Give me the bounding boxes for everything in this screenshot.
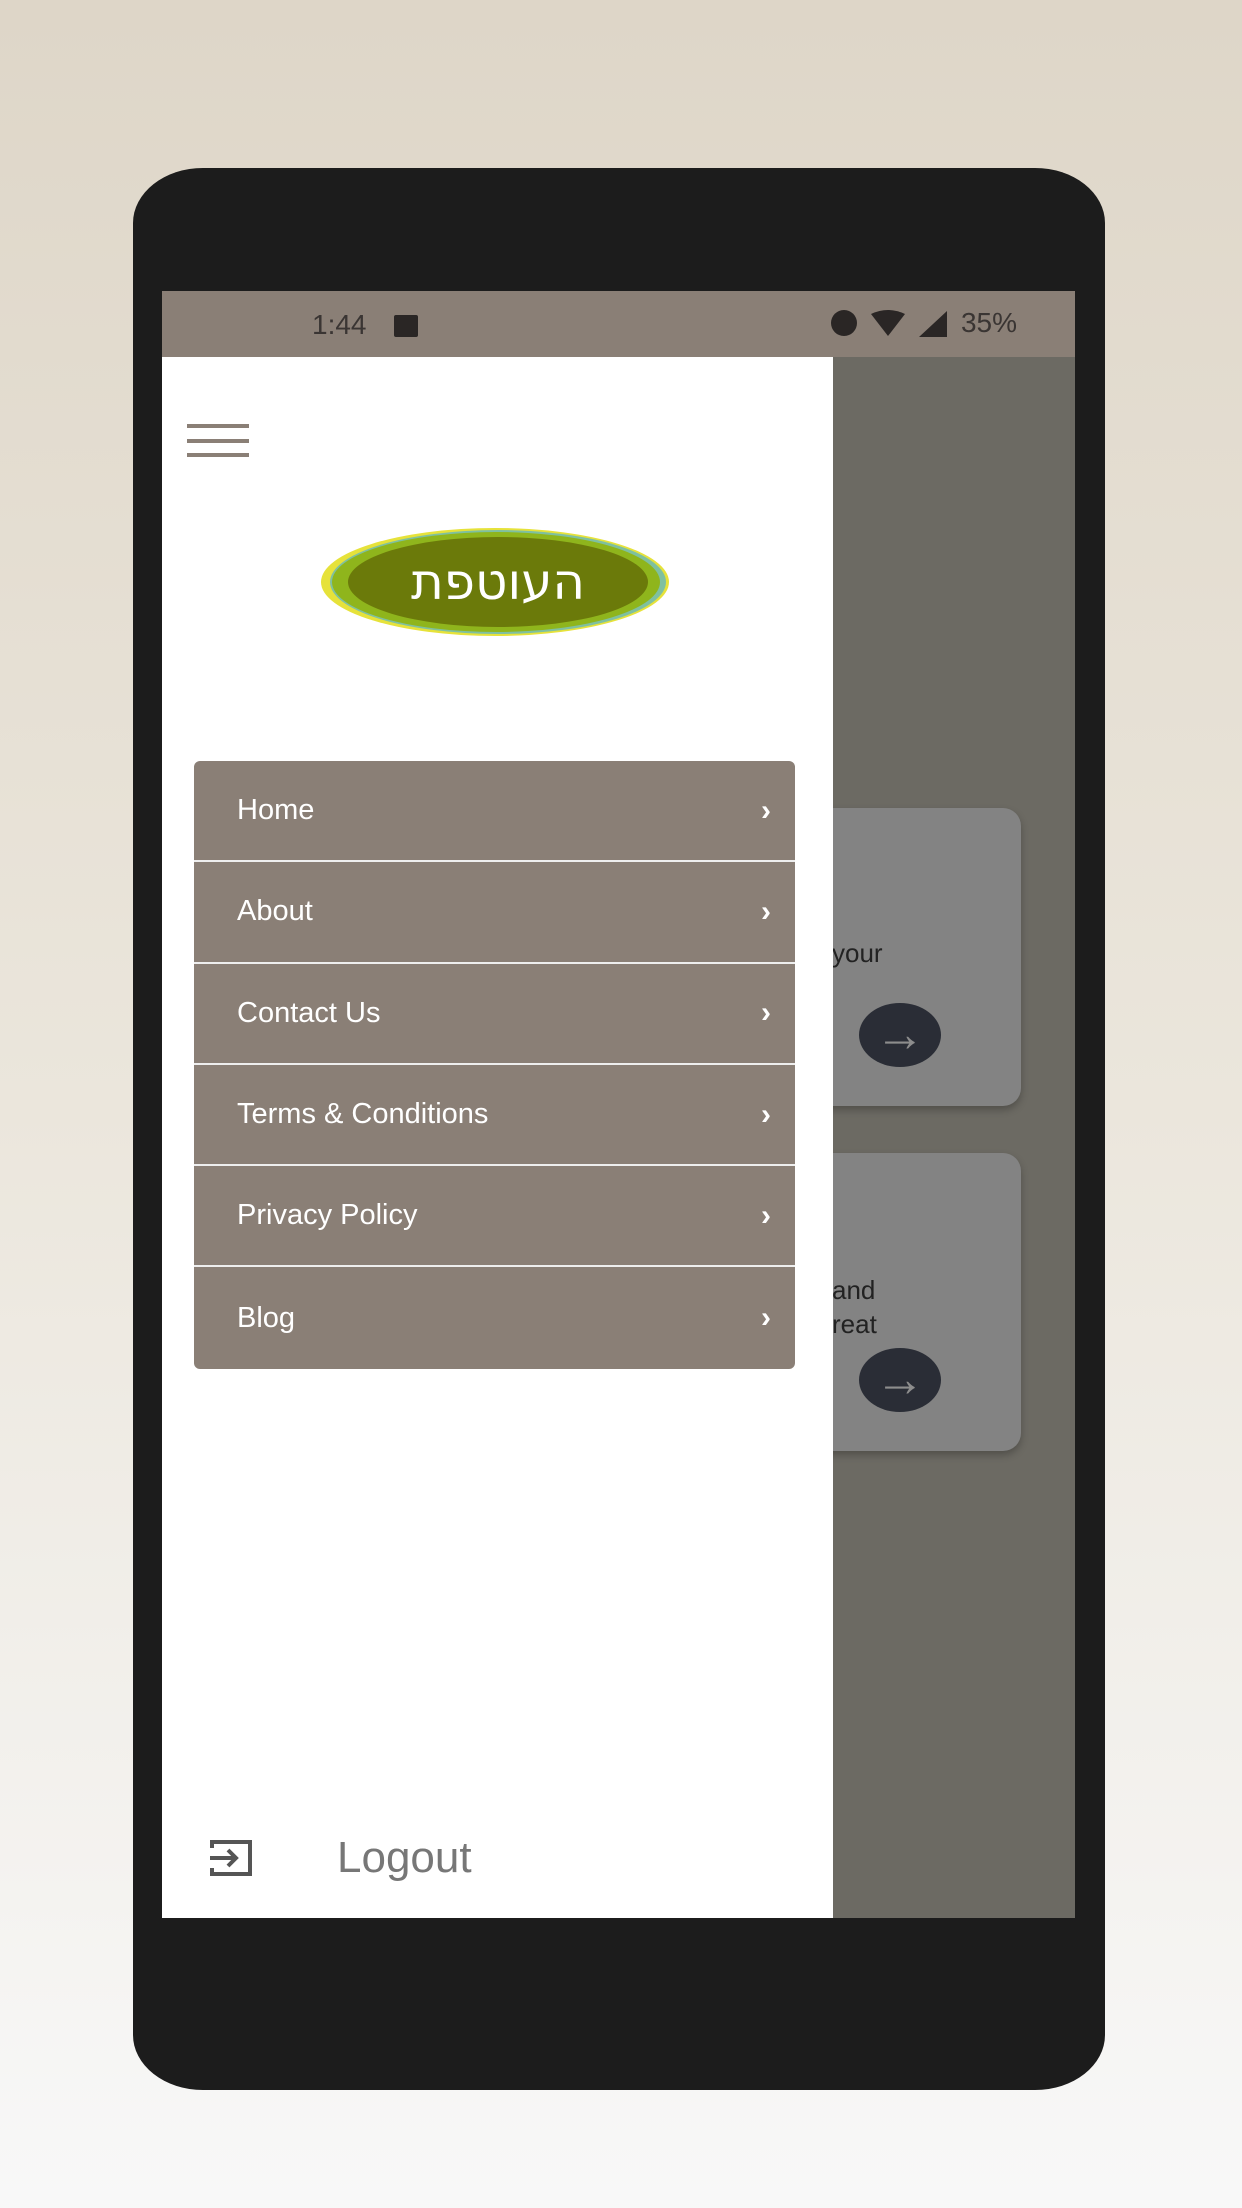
menu-item-home[interactable]: Home ›	[194, 761, 795, 863]
wifi-icon	[870, 310, 905, 336]
arrow-right-icon[interactable]: →	[859, 1003, 941, 1067]
drawer-menu: Home › About › Contact Us › Terms & Conditi…	[194, 761, 795, 1369]
menu-item-label: Privacy Policy	[237, 1199, 418, 1232]
battery-percent: 35%	[960, 307, 1017, 338]
content-card[interactable]: your →	[802, 808, 1021, 1106]
menu-item-label: Contact Us	[237, 996, 381, 1029]
chevron-right-icon: ›	[761, 996, 771, 1030]
navigation-drawer: העוטפת Home › About › Contact Us › Terms & …	[162, 357, 833, 1918]
chevron-right-icon: ›	[761, 1198, 771, 1232]
chevron-right-icon: ›	[761, 1097, 771, 1131]
logo-text: העוטפת	[411, 553, 585, 611]
logo: העוטפת	[321, 528, 669, 636]
hamburger-menu-icon[interactable]	[187, 424, 249, 457]
menu-item-label: Terms & Conditions	[237, 1098, 489, 1131]
menu-item-blog[interactable]: Blog ›	[194, 1267, 795, 1368]
status-time: 1:44	[312, 309, 367, 340]
card-text: and reat	[832, 1275, 877, 1339]
menu-item-label: Home	[237, 794, 315, 827]
screen: 1:44 35% your → and reat → העוטפת Home › …	[162, 291, 1075, 1918]
status-bar: 1:44 35%	[162, 291, 1075, 357]
image-icon	[394, 315, 418, 337]
alarm-icon	[830, 310, 857, 336]
menu-item-label: About	[237, 895, 313, 928]
menu-item-privacy-policy[interactable]: Privacy Policy ›	[194, 1166, 795, 1268]
menu-item-about[interactable]: About ›	[194, 862, 795, 964]
logout-icon	[210, 1840, 252, 1876]
chevron-right-icon: ›	[761, 894, 771, 928]
content-card[interactable]: and reat →	[802, 1153, 1021, 1451]
menu-item-contact-us[interactable]: Contact Us ›	[194, 964, 795, 1065]
menu-item-label: Blog	[237, 1301, 296, 1334]
chevron-right-icon: ›	[761, 1301, 771, 1335]
arrow-right-icon[interactable]: →	[859, 1348, 941, 1412]
logout-label: Logout	[337, 1833, 472, 1882]
card-text: your	[832, 938, 883, 968]
menu-item-terms[interactable]: Terms & Conditions ›	[194, 1065, 795, 1167]
logout-button[interactable]: Logout	[208, 1833, 472, 1883]
chevron-right-icon: ›	[761, 793, 771, 827]
signal-icon	[918, 311, 947, 337]
